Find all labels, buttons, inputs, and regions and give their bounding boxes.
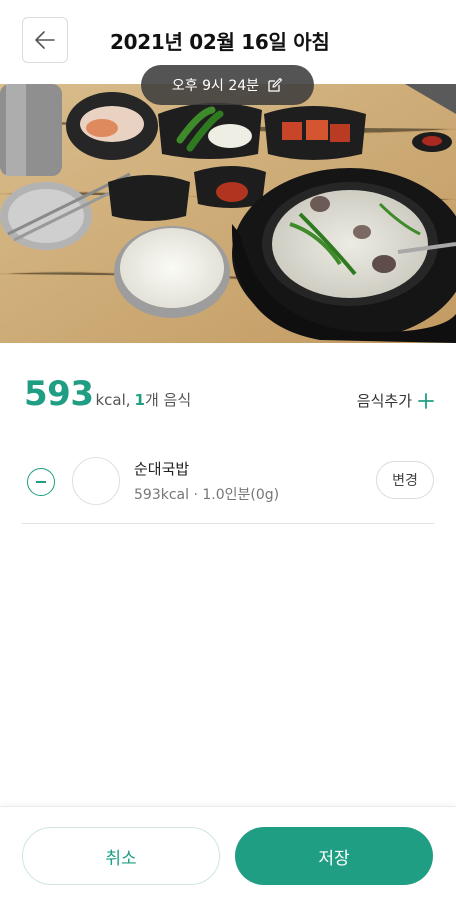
time-edit-button[interactable]: 오후 9시 24분 [141,65,314,105]
arrow-left-icon [35,31,55,49]
food-list-item: 순대국밥 593kcal · 1.0인분(0g) 변경 [22,452,434,524]
food-thumbnail [72,457,120,505]
food-count-label: 개 음식 [144,391,192,409]
footer-actions: 취소 저장 [0,806,456,900]
food-count-value: 1 [134,391,145,409]
save-button[interactable]: 저장 [235,827,433,885]
calorie-summary: 593 kcal, 1 개 음식 [24,374,191,414]
total-kcal-value: 593 [24,374,94,414]
add-food-label: 음식추가 [356,392,412,410]
change-button[interactable]: 변경 [376,461,434,499]
cancel-button[interactable]: 취소 [22,827,220,885]
food-photo[interactable] [0,84,456,343]
time-label: 오후 9시 24분 [171,78,260,94]
add-food-button[interactable]: 음식추가 [357,390,434,411]
food-photo-image [0,84,456,343]
plus-icon [418,392,434,409]
food-name: 순대국밥 [134,460,190,478]
food-detail: 593kcal · 1.0인분(0g) [134,487,280,503]
back-button[interactable] [22,17,68,63]
page-title: 2021년 02월 16일 아침 [110,30,330,54]
minus-circle-icon[interactable] [27,468,55,496]
edit-icon [268,77,283,92]
kcal-unit: kcal, [95,391,131,409]
